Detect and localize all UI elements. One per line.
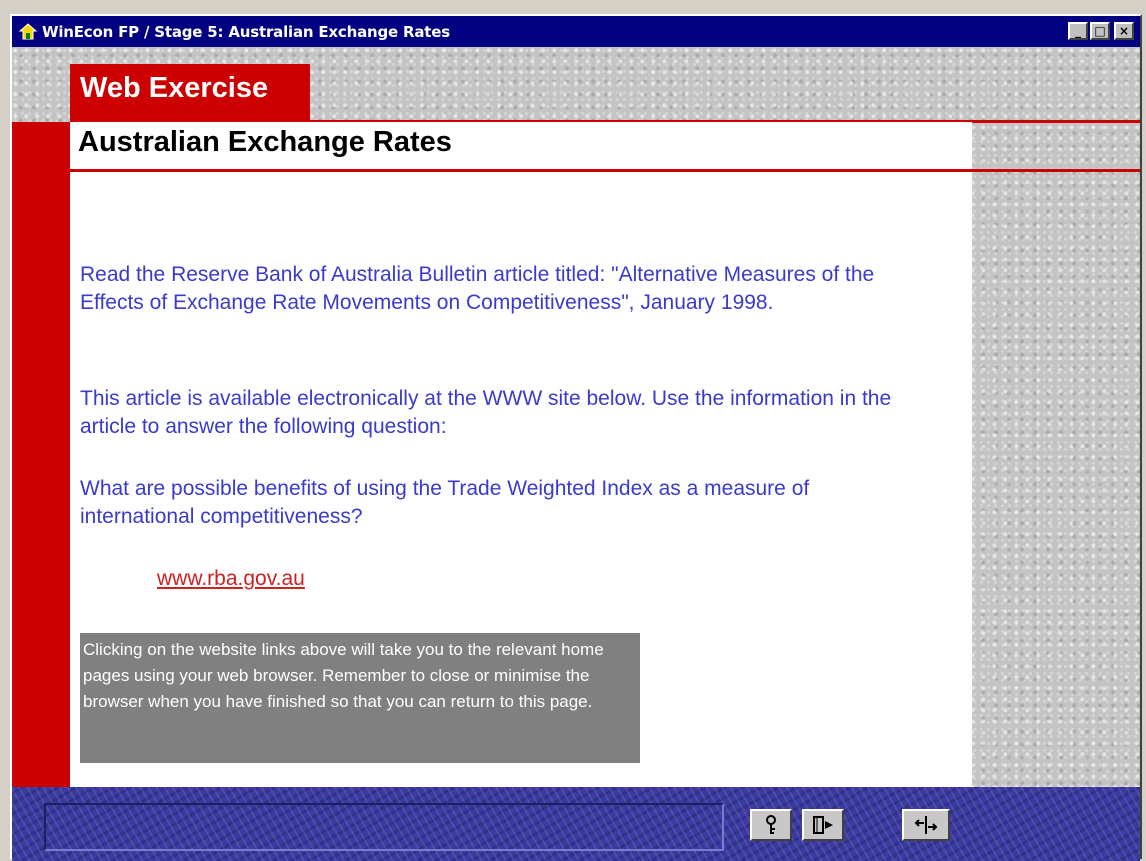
question-paragraph: What are possible benefits of using the … xyxy=(80,477,810,528)
key-button[interactable] xyxy=(750,809,792,841)
exit-button[interactable] xyxy=(902,809,950,841)
status-field xyxy=(44,803,724,851)
minimize-button[interactable]: _ xyxy=(1068,22,1088,40)
winecon-app-icon xyxy=(18,22,38,39)
exit-icon xyxy=(914,816,938,834)
left-accent-bar xyxy=(12,122,70,787)
maximize-button[interactable]: □ xyxy=(1090,22,1110,40)
window-controls: _ □ × xyxy=(1066,22,1134,40)
window-title: WinEcon FP / Stage 5: Australian Exchang… xyxy=(42,22,450,41)
title-bar[interactable]: WinEcon FP / Stage 5: Australian Exchang… xyxy=(12,16,1140,47)
section-tab: Web Exercise xyxy=(70,64,310,122)
browser-note: Clicking on the website links above will… xyxy=(80,633,640,763)
bottom-toolbar xyxy=(12,787,1140,861)
instruction-paragraph: This article is available electronically… xyxy=(80,387,892,438)
close-button[interactable]: × xyxy=(1114,22,1134,40)
client-area: Web Exercise Australian Exchange Rates R… xyxy=(12,47,1140,861)
intro-paragraph: Read the Reserve Bank of Australia Bulle… xyxy=(80,263,875,314)
header-bottom-rule xyxy=(70,169,1140,172)
page-title: Australian Exchange Rates xyxy=(78,126,452,158)
book-button[interactable] xyxy=(802,809,844,841)
app-window: WinEcon FP / Stage 5: Australian Exchang… xyxy=(10,14,1142,861)
book-icon xyxy=(813,816,833,834)
rba-website-link[interactable]: www.rba.gov.au xyxy=(157,567,305,591)
key-icon xyxy=(766,815,776,834)
